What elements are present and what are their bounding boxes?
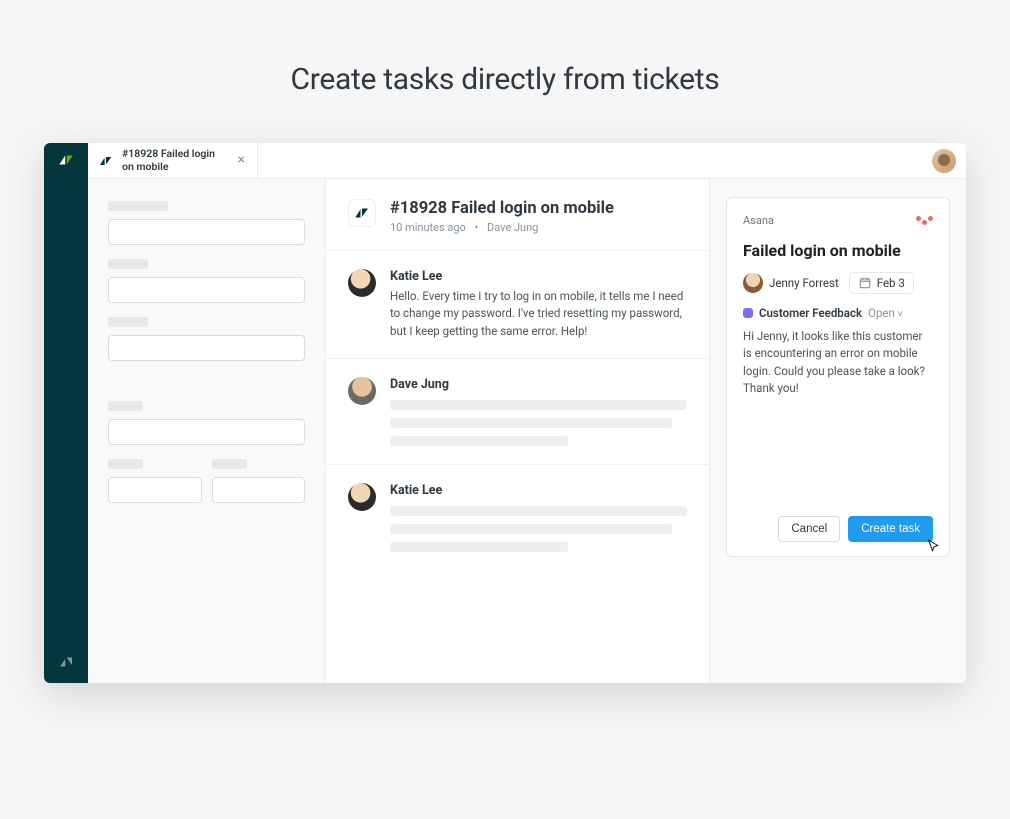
- placeholder-label: [108, 401, 143, 411]
- placeholder-label: [108, 259, 148, 269]
- task-description: Hi Jenny, it looks like this customer is…: [743, 328, 933, 397]
- cursor-icon: [925, 538, 943, 556]
- placeholder-label: [108, 459, 143, 469]
- app-window: #18928 Failed login on mobile ×: [44, 143, 966, 683]
- asana-app-label: Asana: [743, 214, 774, 227]
- ticket-tab[interactable]: #18928 Failed login on mobile ×: [88, 143, 258, 178]
- placeholder-label: [212, 459, 247, 469]
- ticket-title: #18928 Failed login on mobile: [390, 199, 614, 218]
- avatar: [348, 377, 376, 405]
- placeholder-input[interactable]: [108, 277, 305, 303]
- message: Katie Lee: [326, 465, 709, 570]
- project-row[interactable]: Customer Feedback Open: [743, 306, 933, 320]
- placeholder-text: [390, 524, 672, 534]
- placeholder-input[interactable]: [212, 477, 306, 503]
- due-date-chip[interactable]: Feb 3: [849, 272, 914, 294]
- avatar: [348, 483, 376, 511]
- conversation-header: #18928 Failed login on mobile 10 minutes…: [326, 179, 709, 251]
- placeholder-label: [108, 201, 168, 211]
- conversation-pane: #18928 Failed login on mobile 10 minutes…: [326, 179, 710, 683]
- project-color-icon: [743, 308, 753, 318]
- message: Dave Jung: [326, 359, 709, 465]
- placeholder-label: [108, 317, 148, 327]
- apps-sidebar: Asana Failed login on mobile Jenny Forre…: [710, 179, 966, 683]
- assignee-avatar: [743, 273, 763, 293]
- project-name: Customer Feedback: [759, 306, 862, 320]
- due-date: Feb 3: [877, 276, 905, 290]
- ticket-reporter: Dave Jung: [487, 221, 538, 234]
- placeholder-text: [390, 418, 672, 428]
- ticket-meta: 10 minutes ago • Dave Jung: [390, 221, 614, 234]
- message-author: Dave Jung: [390, 377, 687, 392]
- asana-create-task-card: Asana Failed login on mobile Jenny Forre…: [726, 197, 950, 557]
- assignee-name: Jenny Forrest: [769, 276, 839, 290]
- placeholder-text: [390, 542, 568, 552]
- avatar: [348, 269, 376, 297]
- placeholder-text: [390, 400, 687, 410]
- zendesk-mark-icon: [57, 653, 75, 671]
- placeholder-text: [390, 436, 568, 446]
- left-rail: [44, 143, 88, 683]
- placeholder-input[interactable]: [108, 335, 305, 361]
- zendesk-logo-icon: [57, 151, 75, 169]
- placeholder-text: [390, 506, 687, 516]
- ticket-source-icon: [348, 199, 376, 227]
- ticket-properties-sidebar: [88, 179, 326, 683]
- asana-logo-icon: [916, 216, 933, 225]
- message-author: Katie Lee: [390, 269, 687, 284]
- current-user-avatar[interactable]: [932, 149, 956, 173]
- assignee-chip[interactable]: Jenny Forrest: [743, 273, 839, 293]
- placeholder-input[interactable]: [108, 219, 305, 245]
- page-title: Create tasks directly from tickets: [0, 62, 1010, 97]
- message-body: Hello. Every time I try to log in on mob…: [390, 288, 687, 340]
- create-task-button[interactable]: Create task: [848, 516, 933, 542]
- ticket-icon: [98, 153, 114, 169]
- placeholder-input[interactable]: [108, 419, 305, 445]
- task-title: Failed login on mobile: [743, 241, 933, 260]
- placeholder-input[interactable]: [108, 477, 202, 503]
- project-status[interactable]: Open: [868, 306, 903, 320]
- close-icon[interactable]: ×: [236, 152, 247, 168]
- ticket-timestamp: 10 minutes ago: [390, 221, 466, 234]
- app-body: #18928 Failed login on mobile 10 minutes…: [88, 179, 966, 683]
- message: Katie Lee Hello. Every time I try to log…: [326, 251, 709, 359]
- cancel-button[interactable]: Cancel: [778, 516, 840, 542]
- tab-title: #18928 Failed login on mobile: [122, 148, 228, 172]
- message-author: Katie Lee: [390, 483, 687, 498]
- top-bar: #18928 Failed login on mobile ×: [88, 143, 966, 179]
